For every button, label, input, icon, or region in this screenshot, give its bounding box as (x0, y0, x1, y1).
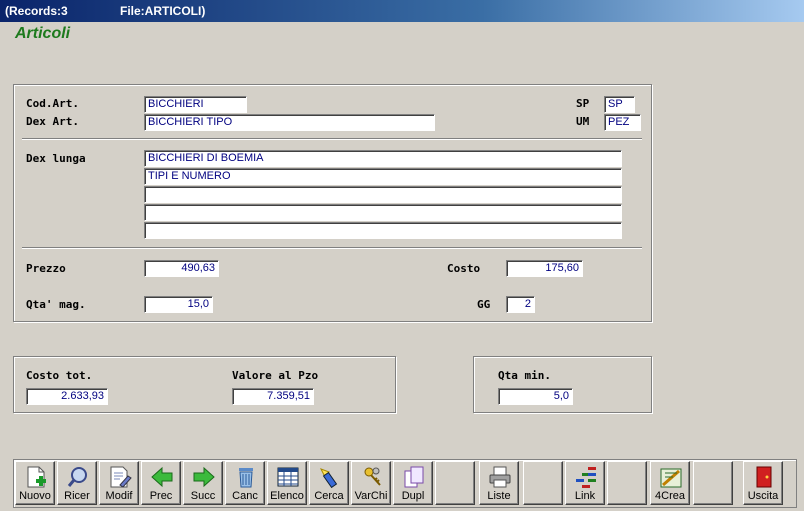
succ-button[interactable]: Succ (183, 461, 223, 505)
qta-min-group: Qta min. 5,0 (473, 356, 652, 413)
dex-lunga-line-5[interactable] (144, 222, 622, 239)
sp-field[interactable]: SP (604, 96, 635, 113)
varchi-button[interactable]: VarChi (351, 461, 391, 505)
uscita-button[interactable]: Uscita (743, 461, 783, 505)
empty-toolbar-button[interactable] (607, 461, 647, 505)
liste-button[interactable]: Liste (479, 461, 519, 505)
arrow-left-icon (151, 466, 173, 488)
canc-label: Canc (232, 490, 258, 502)
costo-field[interactable]: 175,60 (506, 260, 583, 277)
dex-lunga-line-4[interactable] (144, 204, 622, 221)
elenco-label: Elenco (270, 490, 304, 502)
toolbar: Nuovo Ricer Modif Prec Succ Canc Elenco (13, 459, 797, 508)
crea-button[interactable]: 4Crea (650, 461, 690, 505)
dex-lunga-line-3[interactable] (144, 186, 622, 203)
um-label: UM (576, 115, 590, 128)
empty-toolbar-button[interactable] (435, 461, 475, 505)
dupl-label: Dupl (401, 490, 425, 502)
qta-min-label: Qta min. (498, 369, 551, 382)
liste-label: Liste (487, 490, 511, 502)
prec-button[interactable]: Prec (141, 461, 181, 505)
valore-pzo-field[interactable]: 7.359,51 (232, 388, 314, 405)
valore-pzo-label: Valore al Pzo (232, 369, 319, 382)
costo-label: Costo (447, 262, 481, 275)
dupl-button[interactable]: Dupl (393, 461, 433, 505)
ricer-button[interactable]: Ricer (57, 461, 97, 505)
prezzo-field[interactable]: 490,63 (144, 260, 219, 277)
dex-art-field[interactable]: BICCHIERI TIPO (144, 114, 435, 131)
costo-tot-field[interactable]: 2.633,93 (26, 388, 108, 405)
gg-field[interactable]: 2 (506, 296, 535, 313)
nuovo-label: Nuovo (19, 490, 51, 502)
prec-label: Prec (149, 490, 173, 502)
totals-group: Costo tot. 2.633,93 Valore al Pzo 7.359,… (13, 356, 396, 413)
article-group: Cod.Art. BICCHIERI Dex Art. BICCHIERI TI… (13, 84, 652, 322)
table-icon (277, 467, 299, 487)
modif-button[interactable]: Modif (99, 461, 139, 505)
sp-label: SP (576, 97, 590, 110)
title-bar: (Records:3 File:ARTICOLI) (0, 0, 804, 22)
exit-door-icon (756, 466, 772, 488)
trash-icon (239, 468, 253, 488)
cerca-button[interactable]: Cerca (309, 461, 349, 505)
dex-lunga-line-1[interactable]: BICCHIERI DI BOEMIA (144, 150, 622, 167)
separator (22, 138, 642, 140)
succ-label: Succ (190, 490, 216, 502)
cod-art-field[interactable]: BICCHIERI (144, 96, 247, 113)
prezzo-label: Prezzo (26, 262, 66, 275)
printer-icon (489, 466, 511, 488)
separator (22, 247, 642, 249)
dex-lunga-line-2[interactable]: TIPI E NUMERO (144, 168, 622, 185)
search-icon (67, 467, 87, 487)
hierarchy-icon (576, 467, 596, 488)
duplicate-icon (404, 466, 424, 488)
um-field[interactable]: PEZ (604, 114, 641, 131)
nuovo-button[interactable]: Nuovo (15, 461, 55, 505)
arrow-right-icon (193, 466, 215, 488)
empty-toolbar-button[interactable] (523, 461, 563, 505)
records-count: (Records:3 (5, 4, 68, 18)
gg-label: GG (477, 298, 491, 311)
qta-min-field[interactable]: 5,0 (498, 388, 573, 405)
qta-mag-label: Qta' mag. (26, 298, 86, 311)
link-button[interactable]: Link (565, 461, 605, 505)
build-tools-icon (660, 468, 682, 488)
form-title: Articoli (15, 25, 71, 42)
elenco-button[interactable]: Elenco (267, 461, 307, 505)
ricer-label: Ricer (64, 490, 90, 502)
app-window: (Records:3 File:ARTICOLI) Articoli Cod.A… (0, 0, 804, 511)
flashlight-icon (319, 468, 338, 489)
costo-tot-label: Costo tot. (26, 369, 93, 382)
file-name: File:ARTICOLI) (120, 4, 206, 18)
modif-label: Modif (105, 490, 133, 502)
edit-document-icon (110, 466, 132, 488)
dex-art-label: Dex Art. (26, 115, 79, 128)
empty-toolbar-button[interactable] (693, 461, 733, 505)
new-document-icon (27, 466, 46, 488)
canc-button[interactable]: Canc (225, 461, 265, 505)
uscita-label: Uscita (747, 490, 779, 502)
keys-icon (364, 467, 381, 486)
qta-mag-field[interactable]: 15,0 (144, 296, 213, 313)
varchi-label: VarChi (354, 490, 388, 502)
dex-lunga-label: Dex lunga (26, 152, 86, 165)
crea-label: 4Crea (655, 490, 685, 502)
cerca-label: Cerca (314, 490, 344, 502)
link-label: Link (574, 490, 596, 502)
cod-art-label: Cod.Art. (26, 97, 79, 110)
